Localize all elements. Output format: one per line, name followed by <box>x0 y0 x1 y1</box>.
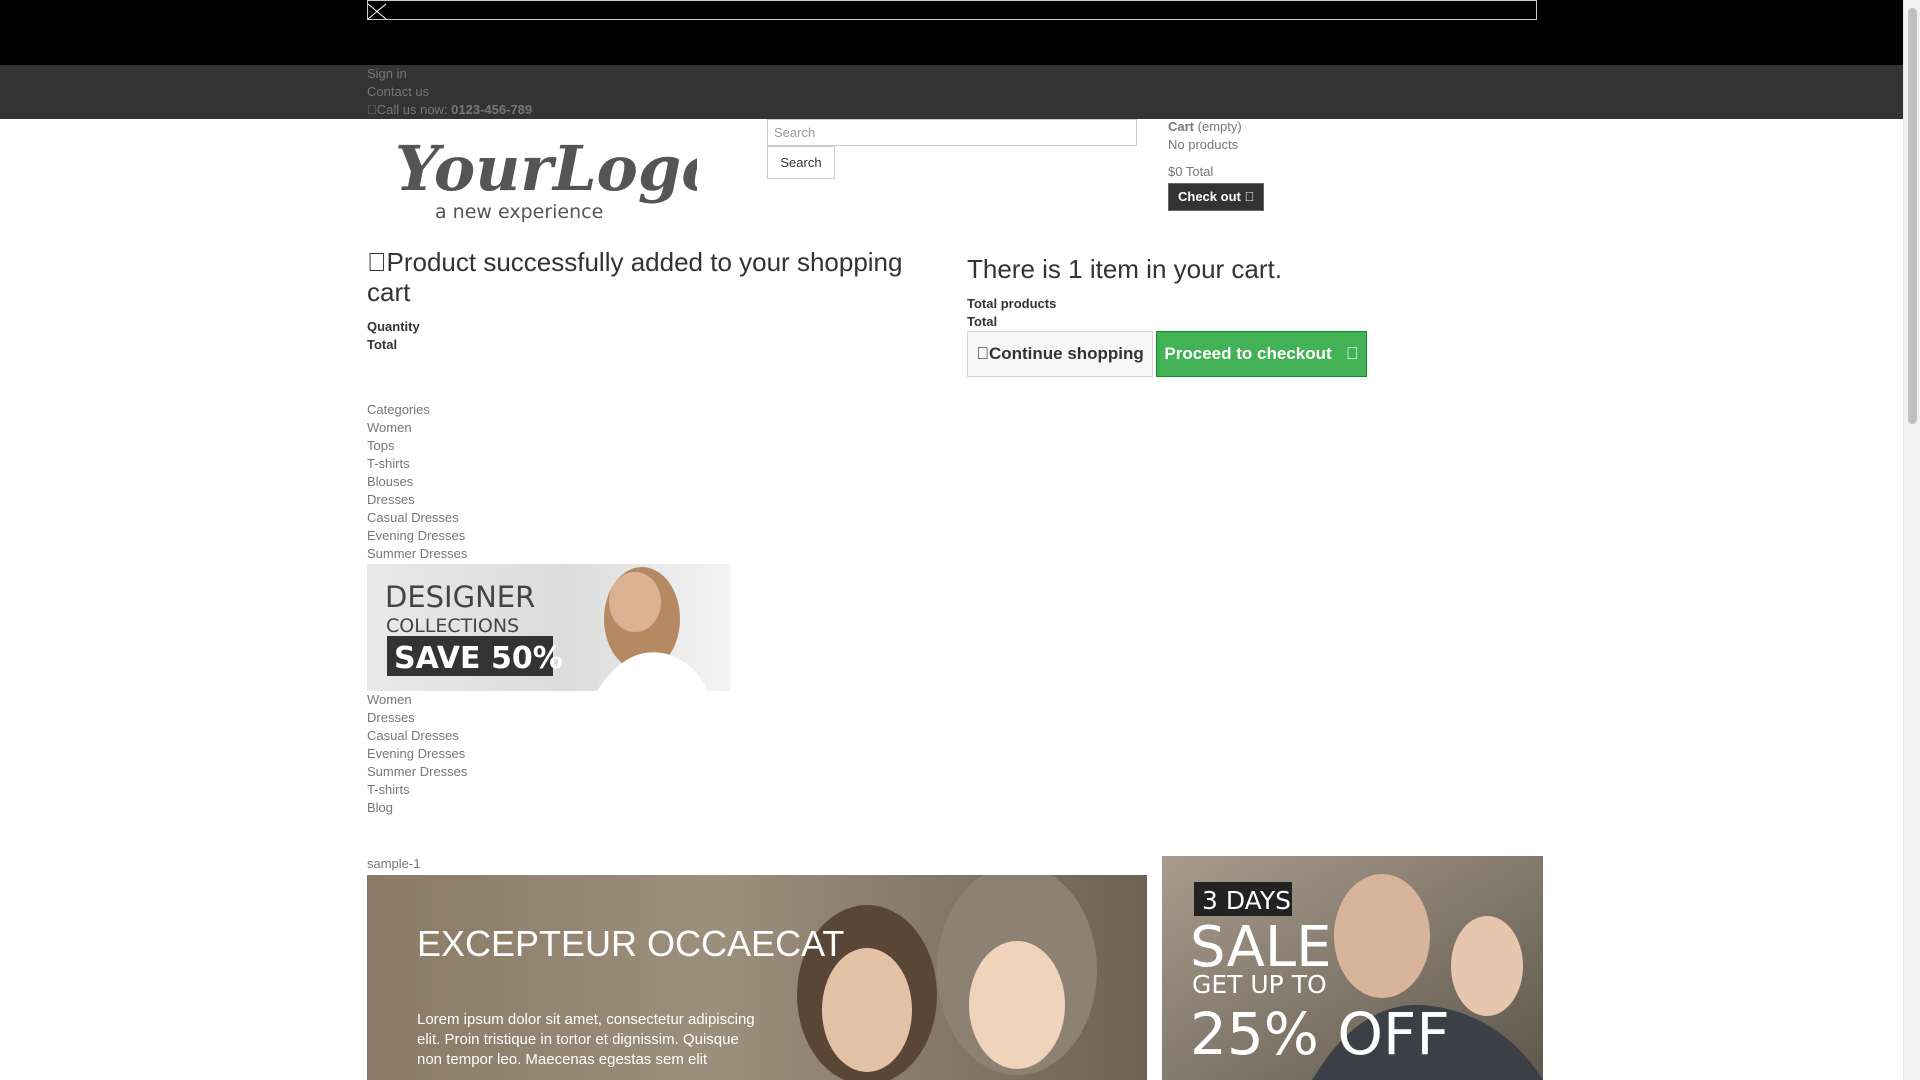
sale-line1: 3 DAYS <box>1202 886 1291 915</box>
shop-phone: Call us now: 0123-456-789 <box>367 101 532 119</box>
women-submenu: Women Dresses Casual Dresses Evening Dre… <box>367 691 467 817</box>
cart-total: $0 Total <box>1168 164 1214 179</box>
cart-checkout-button[interactable]: Check out  <box>1168 183 1265 211</box>
search-input[interactable] <box>767 119 1137 146</box>
product-total-label: Total <box>367 337 398 352</box>
cart-status: (empty) <box>1197 119 1242 134</box>
product-added-title: Product successfully added to your shop… <box>367 247 937 307</box>
submenu-item-blog[interactable]: Blog <box>367 800 393 815</box>
continue-shopping-button[interactable]: Continue shopping <box>967 331 1153 377</box>
phone-icon:  <box>367 102 377 117</box>
submenu-item-casual-dresses[interactable]: Casual Dresses <box>367 728 459 743</box>
product-added-details: Quantity Total <box>367 318 420 354</box>
menu-item-summer-dresses[interactable]: Summer Dresses <box>367 546 467 561</box>
sign-in-link[interactable]: Sign in <box>367 66 407 81</box>
proceed-label: Proceed to checkout <box>1164 344 1332 363</box>
phone-number: 0123-456-789 <box>441 102 532 117</box>
menu-item-dresses[interactable]: Dresses <box>367 492 415 507</box>
contact-us-link[interactable]: Contact us <box>367 84 429 99</box>
menu-categories[interactable]: Categories <box>367 402 430 417</box>
chevron-left-icon:  <box>976 344 989 363</box>
menu-item-t-shirts[interactable]: T-shirts <box>367 456 410 471</box>
hero-text: Lorem ipsum dolor sit amet, consectetur … <box>417 1011 755 1068</box>
chevron-right-icon:  <box>1346 344 1359 363</box>
cart-title-line[interactable]: Cart (empty) <box>1168 118 1264 136</box>
hero-slide[interactable]: EXCEPTEUR OCCAECAT Lorem ipsum dolor sit… <box>367 875 1147 1080</box>
menu-item-casual-dresses[interactable]: Casual Dresses <box>367 510 459 525</box>
continue-label: Continue shopping <box>982 344 1144 363</box>
sale-line4: 25% OFF <box>1190 1000 1450 1068</box>
submenu-item-summer-dresses[interactable]: Summer Dresses <box>367 764 467 779</box>
product-added-text: Product successfully added to your shopp… <box>367 247 934 307</box>
hero-title: EXCEPTEUR OCCAECAT <box>417 923 845 964</box>
submenu-item-t-shirts[interactable]: T-shirts <box>367 782 410 797</box>
cart-label: Cart <box>1168 119 1195 134</box>
cart-total-label: Total <box>967 314 998 329</box>
header-nav: Sign in Contact us Call us now: 0123-45… <box>367 65 532 119</box>
menu-item-evening-dresses[interactable]: Evening Dresses <box>367 528 465 543</box>
logo-image: YourLogo a new experience <box>395 132 723 223</box>
designer-line3: SAVE 50% <box>394 641 563 676</box>
site-logo[interactable]: YourLogo a new experience <box>367 125 723 235</box>
page-scrollbar[interactable] <box>1903 0 1920 1080</box>
cart-no-products: No products <box>1168 137 1239 152</box>
logo-tagline: a new experience <box>435 201 603 223</box>
sale-banner-image: 3 DAYS SALE GET UP TO 25% OFF <box>1162 856 1543 1080</box>
search-button[interactable]: Search <box>767 146 835 179</box>
broken-image-icon <box>368 3 387 19</box>
logo-main: YourLogo <box>395 132 697 205</box>
menu-item-blouses[interactable]: Blouses <box>367 474 413 489</box>
nav-bar <box>0 65 1904 119</box>
menu-item-women[interactable]: Women <box>367 420 412 435</box>
submenu-item-evening-dresses[interactable]: Evening Dresses <box>367 746 465 761</box>
submenu-item-dresses[interactable]: Dresses <box>367 710 415 725</box>
proceed-to-checkout-button[interactable]: Proceed to checkout  <box>1156 331 1367 377</box>
checkout-label: Check out <box>1178 189 1241 204</box>
quantity-label: Quantity <box>367 319 420 334</box>
total-products-label: Total products <box>967 296 1057 311</box>
chevron-right-icon:  <box>1244 189 1254 204</box>
cart-totals: Total products Total <box>967 295 1056 331</box>
designer-line2: COLLECTIONS <box>386 615 519 637</box>
designer-collections-banner[interactable]: DESIGNER COLLECTIONS SAVE 50% <box>367 564 731 691</box>
menu-item-tops[interactable]: Tops <box>367 438 394 453</box>
top-banner-image[interactable] <box>367 0 1537 20</box>
designer-banner-image: DESIGNER COLLECTIONS SAVE 50% <box>367 564 731 691</box>
designer-line1: DESIGNER <box>385 580 535 614</box>
sample-image-alt[interactable]: sample-1 <box>367 856 420 871</box>
categories-menu: Categories Women Tops T-shirts Blouses D… <box>367 401 467 563</box>
cart-item-count: There is 1 item in your cart. <box>967 254 1282 284</box>
header-cart[interactable]: Cart (empty) No products $0 Total Check … <box>1168 118 1265 211</box>
sale-line3: GET UP TO <box>1192 970 1327 999</box>
call-prefix: Call us now: <box>367 102 448 117</box>
sale-banner[interactable]: 3 DAYS SALE GET UP TO 25% OFF <box>1162 856 1543 1080</box>
check-icon:  <box>367 247 387 277</box>
women-image-alt[interactable]: Women <box>367 692 412 707</box>
scrollbar-thumb[interactable] <box>1908 8 1917 424</box>
